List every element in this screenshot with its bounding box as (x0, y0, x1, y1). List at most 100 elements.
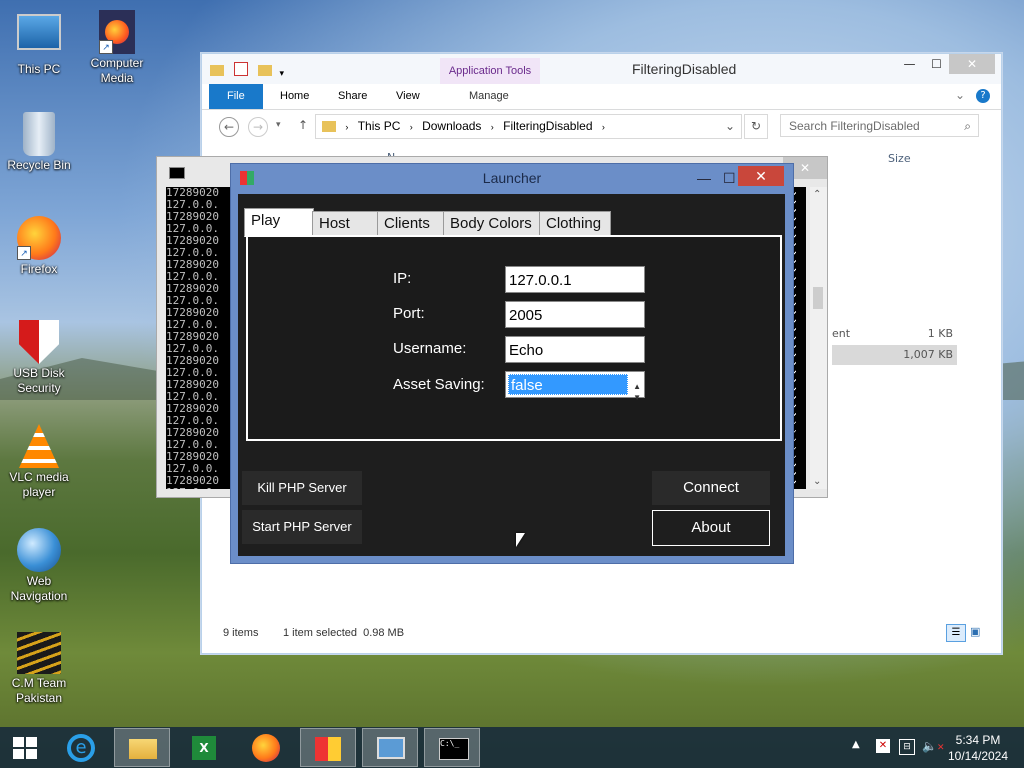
window-title: FilteringDisabled (632, 61, 737, 77)
chevron-down-icon[interactable]: ▾ (279, 69, 284, 79)
shortcut-arrow-icon: ↗ (99, 40, 113, 54)
tab-manage[interactable]: Manage (455, 84, 523, 109)
folder-icon[interactable] (210, 65, 224, 76)
spinner-down-icon[interactable]: ▼ (633, 384, 641, 411)
search-input[interactable]: Search FilteringDisabled ⌕ (780, 114, 979, 137)
shield-icon (19, 320, 59, 364)
taskbar-excel[interactable]: X (176, 728, 232, 767)
asset-saving-select[interactable]: false ▲ ▼ (505, 371, 645, 402)
desktop-icon-cm-team[interactable]: C.M Team Pakistan (0, 632, 78, 706)
desktop-icon-computer-media[interactable]: ↗ Computer Media (78, 10, 156, 86)
details-view-icon[interactable]: ☰ (946, 624, 966, 642)
asset-saving-label: Asset Saving: (393, 376, 485, 393)
folder-icon (322, 121, 336, 133)
desktop-icon-firefox[interactable]: ↗ Firefox (0, 216, 78, 277)
port-input[interactable]: 2005 (505, 301, 645, 328)
breadcrumb-downloads[interactable]: Downloads (422, 119, 481, 133)
large-icons-view-icon[interactable]: ▣ (970, 625, 984, 639)
close-button[interactable]: ✕ (738, 166, 784, 186)
desktop-icon-label: Computer Media (90, 56, 144, 85)
show-hidden-icons-icon[interactable]: ▲ (852, 739, 860, 750)
column-header-size[interactable]: Size (888, 152, 911, 165)
about-button[interactable]: About (652, 510, 770, 546)
taskbar-firefox[interactable] (238, 728, 294, 767)
vlc-cone-icon (19, 424, 59, 468)
desktop-icon-this-pc[interactable]: This PC (0, 10, 78, 77)
maximize-button[interactable]: ☐ (723, 164, 736, 192)
launcher-body: Play Host Clients Body Colors Clothing I… (238, 194, 785, 556)
tab-body-colors[interactable]: Body Colors (443, 211, 541, 237)
firefox-icon: ↗ (17, 216, 61, 260)
ip-input[interactable]: 127.0.0.1 (505, 266, 645, 293)
back-button[interactable]: ← (219, 117, 239, 137)
kill-php-server-button[interactable]: Kill PHP Server (242, 471, 362, 505)
breadcrumb-current[interactable]: FilteringDisabled (503, 119, 592, 133)
properties-icon[interactable] (233, 62, 248, 76)
network-icon[interactable]: ⊟ (899, 739, 915, 755)
chevron-down-icon[interactable]: ⌄ (955, 88, 965, 102)
tab-view[interactable]: View (382, 84, 434, 109)
minimize-button[interactable]: — (697, 164, 711, 192)
connect-button[interactable]: Connect (652, 471, 770, 505)
clock[interactable]: 5:34 PM 10/14/2024 (946, 732, 1010, 764)
taskbar-launcher[interactable] (300, 728, 356, 767)
tab-file[interactable]: File (209, 84, 263, 109)
up-button[interactable]: ↑ (298, 118, 308, 132)
console-scrollbar[interactable]: ⌃ ⌄ (810, 187, 827, 489)
launcher-title: Launcher (482, 170, 542, 186)
tab-play[interactable]: Play (244, 208, 314, 237)
tab-share[interactable]: Share (324, 84, 381, 109)
asset-saving-value: false (508, 374, 628, 395)
desktop-icon-recycle-bin[interactable]: Recycle Bin (0, 112, 78, 173)
app-icon (240, 171, 254, 185)
tab-clothing[interactable]: Clothing (539, 211, 611, 237)
close-button[interactable]: ✕ (949, 54, 995, 74)
desktop-icon-vlc[interactable]: VLC media player (0, 424, 78, 500)
refresh-button[interactable]: ↻ (744, 114, 768, 139)
scroll-thumb[interactable] (813, 287, 823, 309)
excel-icon: X (192, 736, 216, 760)
desktop-icon-usb-disk-security[interactable]: USB Disk Security (0, 320, 78, 396)
computer-icon (17, 14, 61, 50)
recent-locations-icon[interactable]: ▾ (276, 120, 281, 130)
username-input[interactable]: Echo (505, 336, 645, 363)
taskbar-internet-explorer[interactable]: e (53, 728, 109, 767)
desktop-icon-label: USB Disk Security (13, 366, 65, 395)
file-row-selected[interactable]: 1,007 KB (832, 345, 957, 365)
status-item-count: 9 items (223, 627, 259, 639)
tab-clients[interactable]: Clients (377, 211, 445, 237)
action-center-icon[interactable]: ✕ (876, 739, 890, 753)
desktop-icon-label: Firefox (20, 262, 58, 276)
taskbar-remote-desktop[interactable] (362, 728, 418, 767)
file-type: ent (832, 327, 851, 340)
desktop-icon-label: This PC (17, 62, 61, 76)
desktop-icon-label: C.M Team Pakistan (11, 676, 67, 705)
scroll-up-icon[interactable]: ⌃ (813, 189, 821, 200)
tab-host[interactable]: Host (312, 211, 378, 237)
scroll-down-icon[interactable]: ⌄ (813, 476, 821, 487)
internet-explorer-icon: e (67, 734, 95, 762)
desktop-icon-web-navigation[interactable]: Web Navigation (0, 528, 78, 604)
firefox-file-icon: ↗ (99, 10, 135, 54)
file-row[interactable]: ent 1 KB (832, 324, 957, 344)
new-folder-icon[interactable] (257, 65, 272, 76)
help-icon[interactable]: ? (976, 89, 990, 103)
remote-desktop-icon (377, 737, 405, 759)
volume-muted-icon[interactable]: 🔈✕ (922, 739, 945, 753)
desktop-icon-label: VLC media player (9, 470, 69, 499)
breadcrumb-separator: › (490, 122, 494, 132)
chevron-down-icon[interactable]: ⌄ (725, 115, 735, 138)
start-button[interactable] (0, 728, 56, 767)
breadcrumb-this-pc[interactable]: This PC (358, 119, 401, 133)
breadcrumb-separator: › (409, 122, 413, 132)
taskbar-command-prompt[interactable]: C:\_ (424, 728, 480, 767)
start-php-server-button[interactable]: Start PHP Server (242, 510, 362, 544)
taskbar-file-explorer[interactable] (114, 728, 170, 767)
launcher-window: Launcher — ☐ ✕ Play Host Clients Body Co… (230, 163, 794, 564)
address-bar[interactable]: › This PC › Downloads › FilteringDisable… (315, 114, 742, 139)
file-size: 1 KB (927, 327, 953, 340)
mouse-cursor-icon (516, 533, 525, 547)
forward-button[interactable]: → (248, 117, 268, 137)
tab-home[interactable]: Home (266, 84, 323, 109)
file-size: 1,007 KB (903, 348, 953, 361)
